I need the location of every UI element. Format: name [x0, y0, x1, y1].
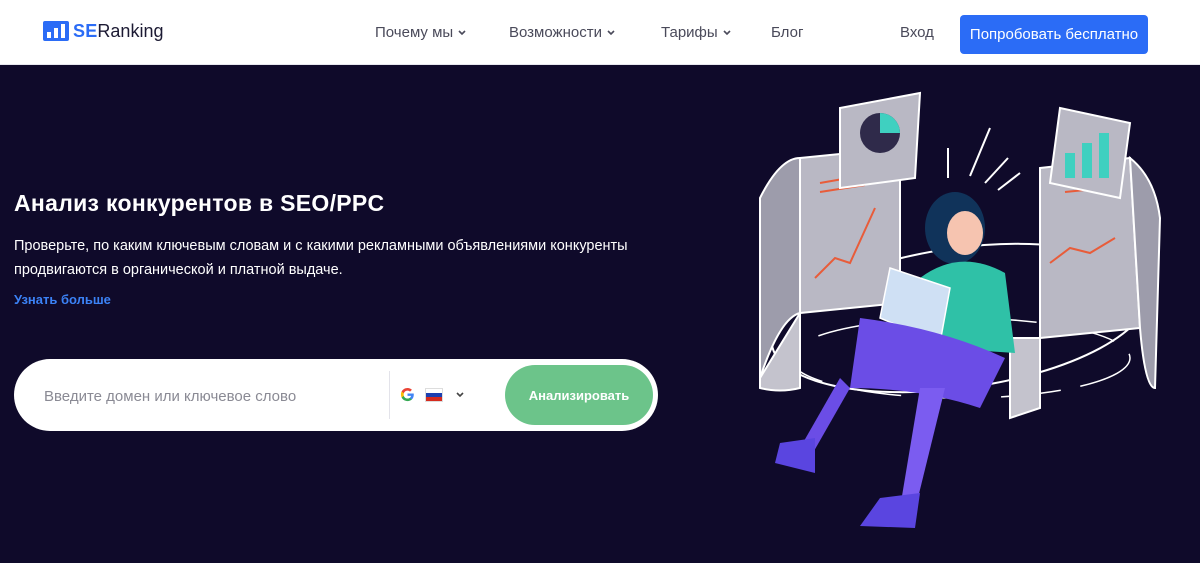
- nav-label: Блог: [771, 24, 804, 41]
- logo-text-se: SE: [73, 20, 98, 41]
- nav-item-why-us[interactable]: Почему мы: [375, 24, 467, 41]
- logo-text-ranking: Ranking: [97, 20, 164, 41]
- top-header: SE Ranking Почему мы Возможности Тарифы …: [0, 0, 1200, 65]
- search-input[interactable]: [42, 383, 386, 409]
- hero-illustration: [759, 91, 1162, 528]
- pie-chart-panel: [839, 91, 922, 190]
- chevron-down-icon: [723, 29, 731, 35]
- hero-description: Проверьте, по каким ключевым словам и с …: [14, 238, 628, 278]
- nav-label: Возможности: [509, 24, 602, 41]
- nav-label: Почему мы: [375, 24, 454, 41]
- learn-more-link[interactable]: Узнать больше: [14, 292, 111, 307]
- chevron-down-icon: [456, 391, 464, 397]
- nav-item-blog[interactable]: Блог: [771, 24, 803, 41]
- chevron-down-icon: [607, 29, 615, 35]
- search-box: Анализировать: [14, 359, 658, 431]
- chart-panel-right: [1009, 155, 1162, 420]
- bar-chart-panel: [1048, 106, 1132, 200]
- chevron-down-icon: [458, 29, 466, 35]
- search-divider: [389, 371, 390, 419]
- login-link[interactable]: Вход: [900, 24, 934, 41]
- hero-title: Анализ конкурентов в SEO/PPC: [14, 190, 385, 216]
- logo-bars-icon: [43, 21, 69, 41]
- google-icon: [400, 387, 414, 402]
- nav-item-features[interactable]: Возможности: [509, 24, 616, 41]
- nav-label: Тарифы: [661, 24, 718, 41]
- nav-item-pricing[interactable]: Тарифы: [661, 24, 732, 41]
- engine-country-select[interactable]: [400, 387, 465, 402]
- sparkle-lines: [947, 127, 1021, 191]
- try-free-button[interactable]: Попробовать бесплатно: [960, 15, 1148, 54]
- se-ranking-logo[interactable]: SE Ranking: [43, 19, 163, 43]
- analyze-button[interactable]: Анализировать: [505, 365, 653, 425]
- russia-flag-icon: [425, 387, 443, 402]
